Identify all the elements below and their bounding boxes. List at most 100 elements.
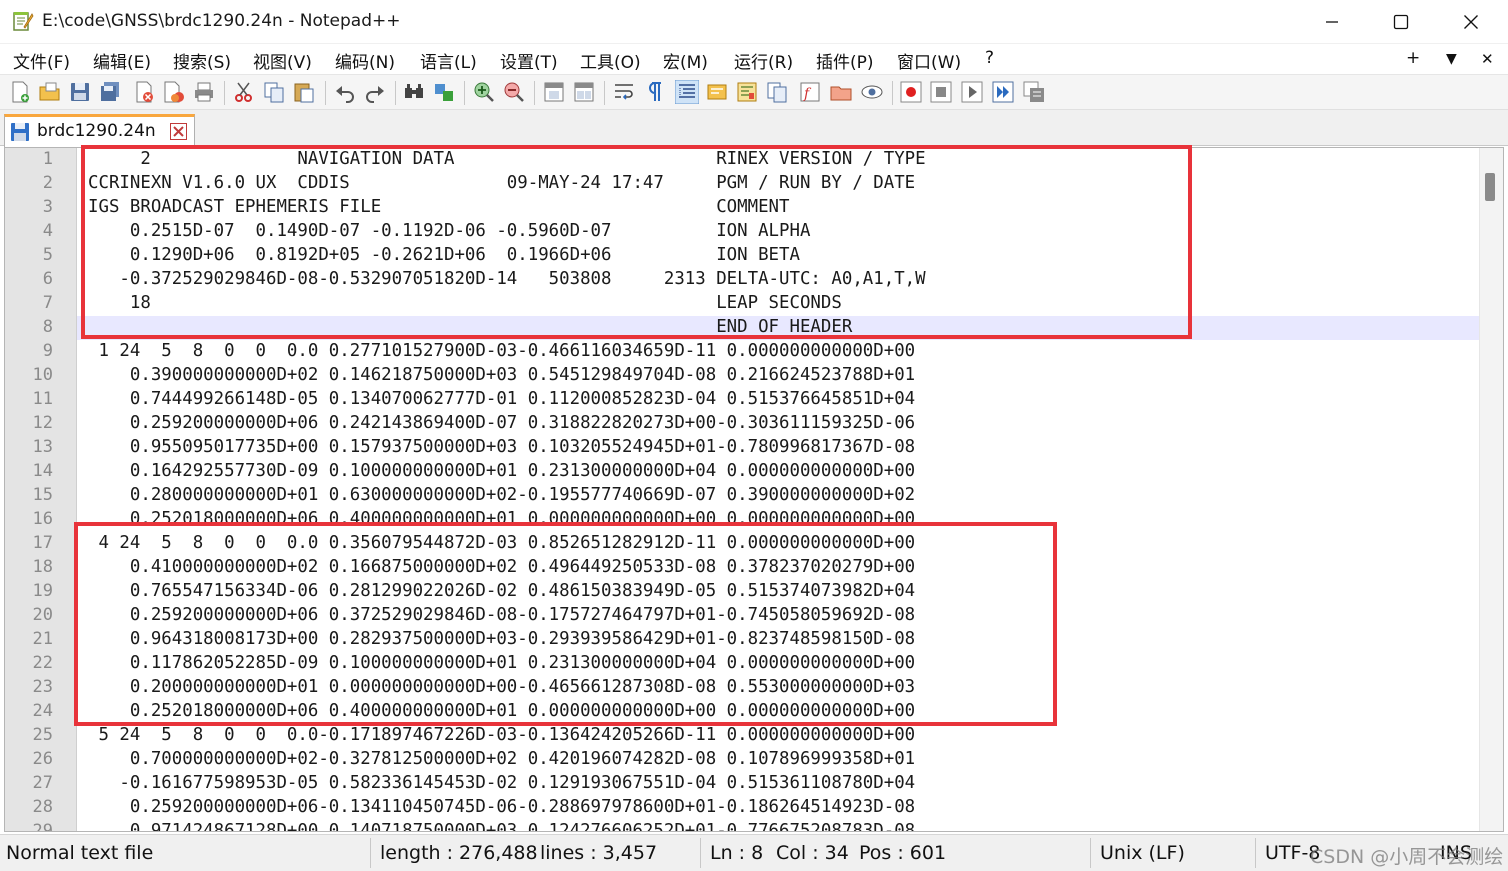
line-number: 3 — [42, 197, 53, 217]
toolbar-separator — [325, 81, 326, 105]
zoom-out-icon[interactable] — [502, 80, 526, 104]
scrollbar-thumb[interactable] — [1485, 173, 1495, 201]
indent-guide-icon[interactable] — [675, 80, 699, 104]
sync-vertical-icon[interactable] — [542, 80, 566, 104]
close-document-button[interactable]: ✕ — [1481, 50, 1494, 68]
new-tab-plus-button[interactable]: + — [1406, 48, 1420, 68]
line-number: 17 — [32, 533, 53, 553]
tab-brdc1290[interactable]: brdc1290.24n — [4, 114, 195, 147]
line-number: 25 — [32, 725, 53, 745]
line-number: 9 — [42, 341, 53, 361]
stop-macro-icon[interactable] — [929, 80, 953, 104]
line-number: 18 — [32, 557, 53, 577]
menu-encoding[interactable]: 编码(N) — [335, 48, 395, 73]
new-file-icon[interactable] — [8, 80, 32, 104]
tab-label: brdc1290.24n — [37, 121, 156, 141]
save-macro-icon[interactable] — [1022, 80, 1046, 104]
minimize-button[interactable] — [1297, 0, 1367, 44]
text-line[interactable]: 0.700000000000D+02-0.327812500000D+02 0.… — [88, 748, 1483, 772]
zoom-in-icon[interactable] — [472, 80, 496, 104]
text-line[interactable]: -0.161677598953D-05 0.582336145453D-02 0… — [88, 772, 1483, 796]
line-numbers: 1 2 3 4 5 6 7 8 9 10 11 12 13 14 15 16 17 18 19 20 21 22 23 24 2… — [5, 148, 57, 832]
redo-icon[interactable] — [363, 80, 387, 104]
menu-window[interactable]: 窗口(W) — [897, 48, 961, 73]
sync-horizontal-icon[interactable] — [572, 80, 596, 104]
menu-settings[interactable]: 设置(T) — [500, 48, 558, 73]
text-line[interactable]: 0.390000000000D+02 0.146218750000D+03 0.… — [88, 364, 1483, 388]
menu-search[interactable]: 搜索(S) — [173, 48, 231, 73]
replace-icon[interactable] — [432, 80, 456, 104]
folder-workspace-icon[interactable] — [829, 80, 853, 104]
line-number: 10 — [32, 365, 53, 385]
status-separator — [700, 838, 701, 868]
text-line[interactable]: 0.971424867128D+00 0.140718750000D+03 0.… — [88, 820, 1483, 831]
maximize-button[interactable] — [1366, 0, 1436, 44]
line-number: 2 — [42, 173, 53, 193]
doc-list-icon[interactable] — [765, 80, 789, 104]
menu-plugins[interactable]: 插件(P) — [816, 48, 874, 73]
line-number-gutter: 1 2 3 4 5 6 7 8 9 10 11 12 13 14 15 16 17 18 19 20 21 22 23 24 2… — [5, 148, 77, 831]
status-separator — [1090, 838, 1091, 868]
maximize-icon — [1393, 14, 1409, 30]
run-macro-multiple-icon[interactable] — [991, 80, 1015, 104]
menu-macro[interactable]: 宏(M) — [663, 48, 708, 73]
record-macro-icon[interactable] — [899, 80, 923, 104]
toolbar-separator — [604, 81, 605, 105]
line-number: 5 — [42, 245, 53, 265]
line-number: 26 — [32, 749, 53, 769]
csdn-watermark: CSDN @小周不会测绘 — [1310, 846, 1504, 868]
menu-view[interactable]: 视图(V) — [253, 48, 312, 73]
toolbar-separator — [892, 81, 893, 105]
toolbar-separator — [395, 81, 396, 105]
toolbar-separator — [464, 81, 465, 105]
menu-file[interactable]: 文件(F) — [13, 48, 70, 73]
word-wrap-icon[interactable] — [612, 80, 636, 104]
menu-help[interactable]: ? — [985, 48, 994, 68]
doc-map-icon[interactable] — [735, 80, 759, 104]
play-macro-icon[interactable] — [960, 80, 984, 104]
text-line[interactable]: 5 24 5 8 0 0 0.0-0.171897467226D-03-0.13… — [88, 724, 1483, 748]
text-line[interactable]: 0.259200000000D+06-0.134110450745D-06-0.… — [88, 796, 1483, 820]
close-file-icon[interactable] — [132, 80, 156, 104]
satellite-record-highlight-box — [74, 522, 1057, 726]
tab-close-icon[interactable] — [170, 123, 187, 140]
toolbar-separator — [224, 81, 225, 105]
function-list-icon[interactable]: f — [798, 80, 822, 104]
text-line[interactable]: 1 24 5 8 0 0 0.0 0.277101527900D-03-0.46… — [88, 340, 1483, 364]
copy-icon[interactable] — [262, 80, 286, 104]
print-icon[interactable] — [192, 80, 216, 104]
monitor-icon[interactable] — [860, 80, 884, 104]
line-number: 1 — [42, 149, 53, 169]
status-ln: Ln : 8 — [710, 842, 764, 864]
close-button[interactable] — [1436, 0, 1506, 44]
text-line[interactable]: 0.164292557730D-09 0.100000000000D+01 0.… — [88, 460, 1483, 484]
open-file-icon[interactable] — [38, 80, 62, 104]
tab-list-dropdown-button[interactable]: ▼ — [1446, 51, 1457, 67]
status-length: length : 276,488 — [380, 842, 538, 864]
text-line[interactable]: 0.955095017735D+00 0.157937500000D+03 0.… — [88, 436, 1483, 460]
text-line[interactable]: 0.280000000000D+01 0.630000000000D+02-0.… — [88, 484, 1483, 508]
close-all-icon[interactable] — [162, 80, 186, 104]
minimize-icon — [1326, 21, 1338, 23]
status-lines: lines : 3,457 — [540, 842, 658, 864]
line-number: 28 — [32, 797, 53, 817]
saved-file-icon — [11, 123, 29, 141]
udl-icon[interactable] — [705, 80, 729, 104]
menu-edit[interactable]: 编辑(E) — [93, 48, 151, 73]
cut-icon[interactable] — [232, 80, 256, 104]
menu-run[interactable]: 运行(R) — [734, 48, 793, 73]
menu-tools[interactable]: 工具(O) — [580, 48, 641, 73]
text-line[interactable]: 0.744499266148D-05 0.134070062777D-01 0.… — [88, 388, 1483, 412]
text-line[interactable]: 0.259200000000D+06 0.242143869400D-07 0.… — [88, 412, 1483, 436]
save-all-icon[interactable] — [98, 80, 122, 104]
show-all-chars-icon[interactable] — [642, 80, 666, 104]
find-icon[interactable] — [402, 80, 426, 104]
line-number: 29 — [32, 821, 53, 832]
paste-icon[interactable] — [292, 80, 316, 104]
line-number: 22 — [32, 653, 53, 673]
menu-language[interactable]: 语言(L) — [420, 48, 477, 73]
status-separator — [370, 838, 371, 868]
undo-icon[interactable] — [333, 80, 357, 104]
vertical-scrollbar[interactable] — [1479, 148, 1503, 831]
save-icon[interactable] — [68, 80, 92, 104]
